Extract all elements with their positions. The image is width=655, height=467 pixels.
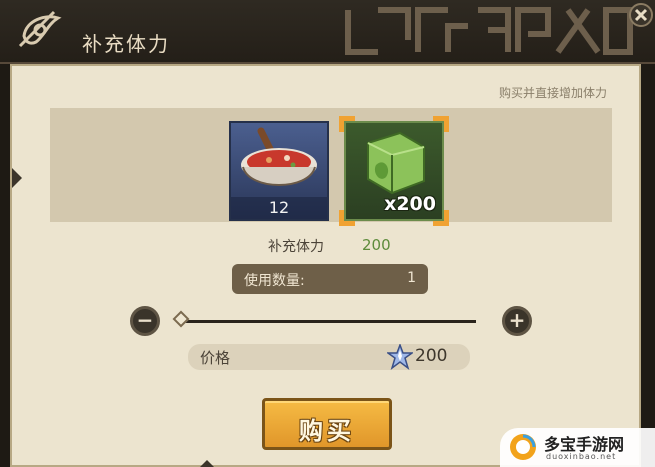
item-slot-stamina[interactable]: x200 (339, 116, 449, 226)
quantity-slider-track[interactable] (180, 320, 476, 323)
selection-corner (433, 116, 449, 132)
panel-notch (12, 168, 22, 188)
selection-corner (433, 210, 449, 226)
item-count: 12 (268, 198, 290, 217)
title-bar: 补充体力 (0, 0, 655, 64)
decrease-button[interactable]: − (130, 306, 160, 336)
green-cube-icon (367, 131, 425, 195)
hint-text: 购买并直接增加体力 (498, 86, 607, 100)
item-quantity: x200 (384, 193, 436, 215)
ornament-pattern (345, 7, 633, 55)
stat-value: 200 (362, 236, 391, 254)
leaf-village-emblem-icon (18, 10, 62, 48)
window-title: 补充体力 (82, 32, 170, 56)
minus-icon: − (136, 308, 154, 332)
watermark-url: duoxinbao.net (546, 452, 617, 461)
quantity-label: 使用数量: (244, 273, 305, 289)
panel-bottom-notch (200, 460, 214, 467)
ramen-bowl-icon (241, 127, 317, 186)
price-box: 价格 200 (188, 344, 470, 370)
quantity-box: 使用数量: 1 (232, 264, 428, 294)
item-strip (50, 108, 612, 222)
close-icon[interactable] (628, 2, 654, 28)
watermark-logo: 多宝手游网 duoxinbao.net (500, 428, 655, 467)
buy-button-label: 购买 (299, 417, 355, 445)
watermark-logo-icon (510, 434, 536, 460)
selection-corner (339, 210, 355, 226)
quantity-value: 1 (407, 270, 416, 286)
plus-icon: + (508, 308, 526, 332)
crystal-icon (387, 344, 413, 370)
stat-label: 补充体力 (268, 239, 324, 255)
item-slot-food[interactable]: 12 (229, 121, 329, 221)
price-label: 价格 (200, 349, 231, 367)
increase-button[interactable]: + (502, 306, 532, 336)
buy-button[interactable]: 购买 (262, 398, 392, 450)
selection-corner (339, 116, 355, 132)
price-value: 200 (415, 346, 448, 366)
